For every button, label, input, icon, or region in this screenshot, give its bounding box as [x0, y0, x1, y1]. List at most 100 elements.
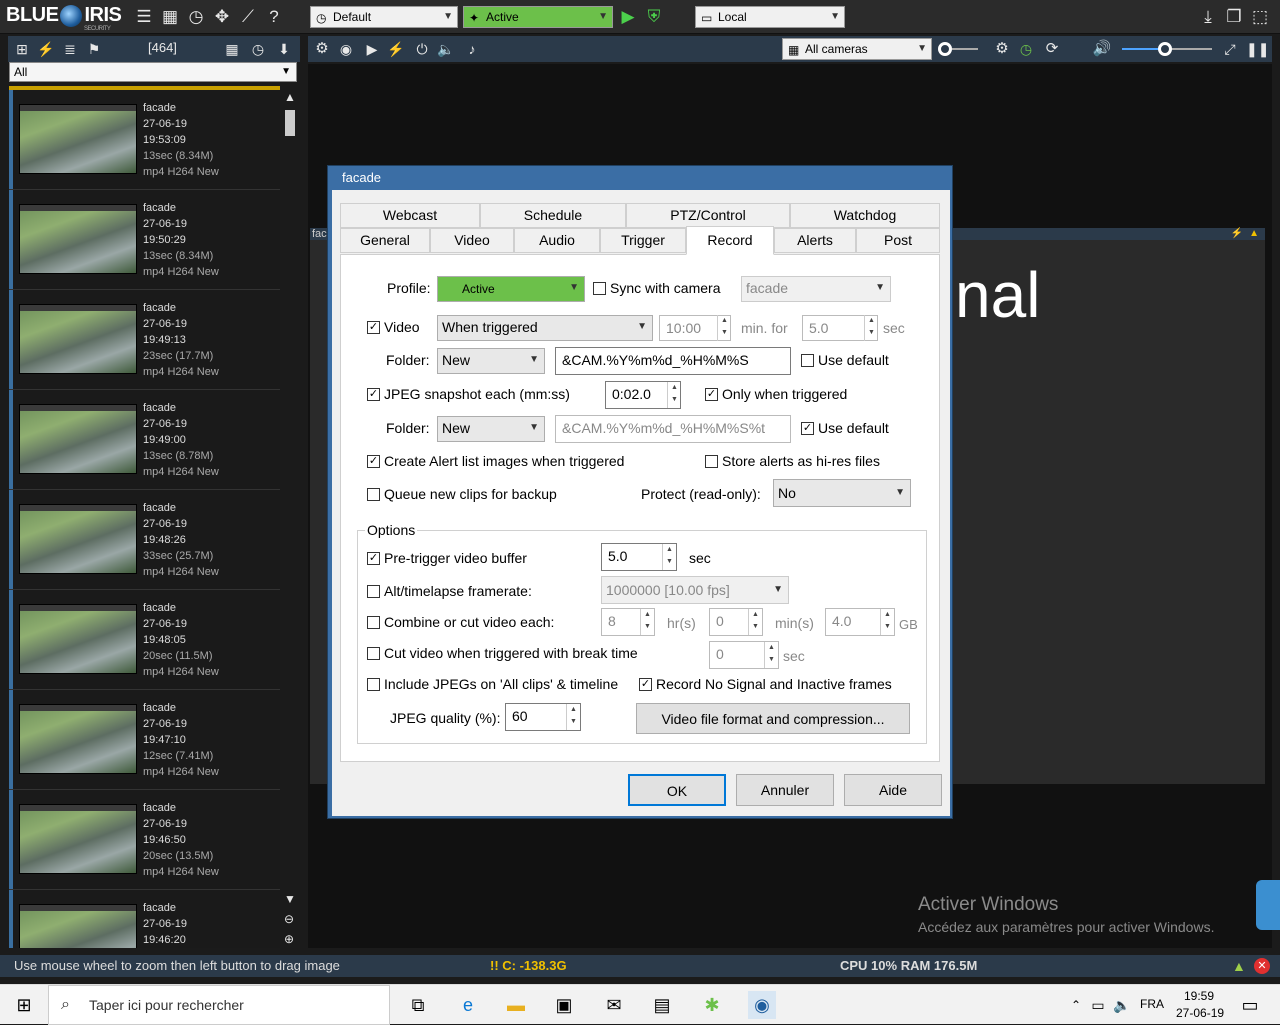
download-arrow-icon[interactable]: ⬇: [274, 40, 294, 58]
clock-icon[interactable]: ◷: [1016, 40, 1036, 58]
list-item[interactable]: facade 27-06-19 19:48:26 33sec (25.7M) mp4 H…: [9, 490, 280, 590]
tab-video[interactable]: Video: [430, 228, 514, 253]
jpeg-use-default-checkbox[interactable]: ✓: [801, 422, 814, 435]
list-item[interactable]: facade 27-06-19 19:46:50 20sec (13.5M) mp4 H…: [9, 790, 280, 890]
alt-timelapse-select[interactable]: 1000000 [10.00 fps] ▼: [601, 576, 789, 604]
profile-dropdown[interactable]: ◷ Default ▼: [310, 6, 458, 28]
mute-icon[interactable]: 🔈: [436, 40, 456, 58]
warning-icon[interactable]: ▲: [1232, 955, 1246, 977]
tab-post[interactable]: Post: [856, 228, 940, 253]
file-explorer-icon[interactable]: ▬: [502, 991, 530, 1019]
clock-icon[interactable]: ◷: [186, 8, 206, 26]
profile-select[interactable]: Active ▼: [437, 276, 585, 302]
calendar-icon[interactable]: ▦: [222, 40, 242, 58]
mail-icon[interactable]: ✉: [600, 991, 628, 1019]
tab-general[interactable]: General: [340, 228, 430, 253]
download-icon[interactable]: ⤓: [1198, 8, 1218, 26]
help-button[interactable]: Aide: [844, 774, 942, 806]
scroll-up-icon[interactable]: ▲: [284, 90, 296, 104]
use-default-checkbox[interactable]: [801, 354, 814, 367]
camera-group-dropdown[interactable]: ▦ All cameras ▼: [782, 38, 932, 60]
microphone-icon[interactable]: ♪: [462, 40, 482, 58]
video-seconds-spinner[interactable]: ▲ ▼: [864, 315, 878, 341]
tab-audio[interactable]: Audio: [514, 228, 600, 253]
tab-schedule[interactable]: Schedule: [480, 203, 626, 228]
video-checkbox[interactable]: ✓: [367, 321, 380, 334]
sync-camera-checkbox[interactable]: [593, 282, 606, 295]
cut-break-checkbox[interactable]: [367, 647, 380, 660]
tab-record[interactable]: Record: [686, 226, 774, 255]
tab-alerts[interactable]: Alerts: [774, 228, 856, 253]
zoom-out-icon[interactable]: ⊖: [284, 912, 294, 926]
video-format-button[interactable]: Video file format and compression...: [636, 703, 910, 734]
combine-gb-spinner[interactable]: ▲ ▼: [880, 609, 894, 635]
windows-start-icon[interactable]: ⊞: [10, 991, 38, 1019]
list-icon[interactable]: ☰: [134, 8, 154, 26]
speaker-icon[interactable]: 🔊: [1092, 40, 1112, 58]
stack-icon[interactable]: ≣: [60, 40, 80, 58]
scroll-thumb[interactable]: [285, 110, 295, 136]
volume-slider[interactable]: [1122, 42, 1212, 56]
break-time-spinner[interactable]: ▲ ▼: [764, 642, 778, 668]
monitor-app-icon[interactable]: ▤: [648, 991, 676, 1019]
clock-date[interactable]: 27-06-19: [1176, 1006, 1224, 1020]
pretrigger-spinner[interactable]: ▲ ▼: [662, 544, 676, 570]
jpeg-quality-spinner[interactable]: ▲ ▼: [566, 704, 580, 730]
video-time-spinner[interactable]: ▲ ▼: [717, 315, 731, 341]
clip-icon[interactable]: ▦: [160, 8, 180, 26]
help-icon[interactable]: ?: [264, 8, 284, 26]
video-icon[interactable]: ▶: [362, 40, 382, 58]
lightning-icon[interactable]: ⚡: [36, 40, 56, 58]
error-icon[interactable]: ✕: [1254, 958, 1270, 974]
cancel-button[interactable]: Annuler: [736, 774, 834, 806]
clip-list-scrollbar[interactable]: ▲ ▼ ⊖ ⊕: [282, 90, 298, 946]
store-icon[interactable]: ▣: [550, 991, 578, 1019]
pause-icon[interactable]: ❚❚: [1246, 40, 1269, 58]
lightning-icon[interactable]: ⚡: [386, 40, 406, 58]
list-item[interactable]: facade 27-06-19 19:49:00 13sec (8.78M) mp4 H…: [9, 390, 280, 490]
camera-icon[interactable]: ◉: [336, 40, 356, 58]
play-icon[interactable]: ▶: [618, 8, 638, 26]
language-indicator[interactable]: FRA: [1140, 997, 1164, 1011]
list-item[interactable]: facade 27-06-19 19:49:13 23sec (17.7M) mp4 H…: [9, 290, 280, 390]
app-icon[interactable]: ✱: [698, 991, 726, 1019]
scroll-down-icon[interactable]: ▼: [284, 892, 296, 906]
state-dropdown[interactable]: ✦ Active ▼: [463, 6, 613, 28]
gear-icon[interactable]: ⚙: [312, 40, 332, 58]
taskbar-search[interactable]: ⌕ Taper ici pour rechercher: [48, 985, 390, 1025]
list-item[interactable]: facade 27-06-19 19:53:09 13sec (8.34M) mp4 H…: [9, 90, 280, 190]
chart-icon[interactable]: ⟋: [238, 8, 258, 26]
clip-filter-dropdown[interactable]: All ▼: [9, 62, 297, 82]
shield-icon[interactable]: ⛨: [644, 8, 664, 26]
tab-webcast[interactable]: Webcast: [340, 203, 480, 228]
include-jpegs-checkbox[interactable]: [367, 678, 380, 691]
queue-backup-checkbox[interactable]: [367, 488, 380, 501]
zoom-slider[interactable]: [938, 42, 978, 56]
list-item[interactable]: facade 27-06-19 19:46:20: [9, 890, 280, 948]
expand-icon[interactable]: ⤢: [1220, 40, 1240, 58]
refresh-icon[interactable]: ⟳: [1042, 40, 1062, 58]
combine-cut-checkbox[interactable]: [367, 616, 380, 629]
store-hires-checkbox[interactable]: [705, 455, 718, 468]
combine-hours-spinner[interactable]: ▲ ▼: [640, 609, 654, 635]
video-mode-select[interactable]: When triggered ▼: [437, 315, 653, 341]
ok-button[interactable]: OK: [628, 774, 726, 806]
alt-timelapse-checkbox[interactable]: [367, 585, 380, 598]
book-icon[interactable]: ⊞: [12, 40, 32, 58]
zoom-in-icon[interactable]: ⊕: [284, 932, 294, 946]
tab-trigger[interactable]: Trigger: [600, 228, 686, 253]
jpeg-folder-select[interactable]: New ▼: [437, 416, 545, 442]
list-item[interactable]: facade 27-06-19 19:50:29 13sec (8.34M) mp4 H…: [9, 190, 280, 290]
side-tab-icon[interactable]: [1256, 880, 1280, 930]
blue-iris-taskbar-icon[interactable]: ◉: [748, 991, 776, 1019]
list-item[interactable]: facade 27-06-19 19:48:05 20sec (11.5M) mp4 H…: [9, 590, 280, 690]
alert-images-checkbox[interactable]: ✓: [367, 455, 380, 468]
jpeg-interval-spinner[interactable]: ▲ ▼: [667, 382, 681, 408]
windows-icon[interactable]: ❐: [1224, 8, 1244, 26]
record-nosignal-checkbox[interactable]: ✓: [639, 678, 652, 691]
list-item[interactable]: facade 27-06-19 19:47:10 12sec (7.41M) mp4 H…: [9, 690, 280, 790]
protect-select[interactable]: No ▼: [773, 479, 911, 507]
clock-icon[interactable]: ◷: [248, 40, 268, 58]
video-filename-input[interactable]: &CAM.%Y%m%d_%H%M%S: [555, 347, 791, 375]
edge-icon[interactable]: e: [454, 991, 482, 1019]
